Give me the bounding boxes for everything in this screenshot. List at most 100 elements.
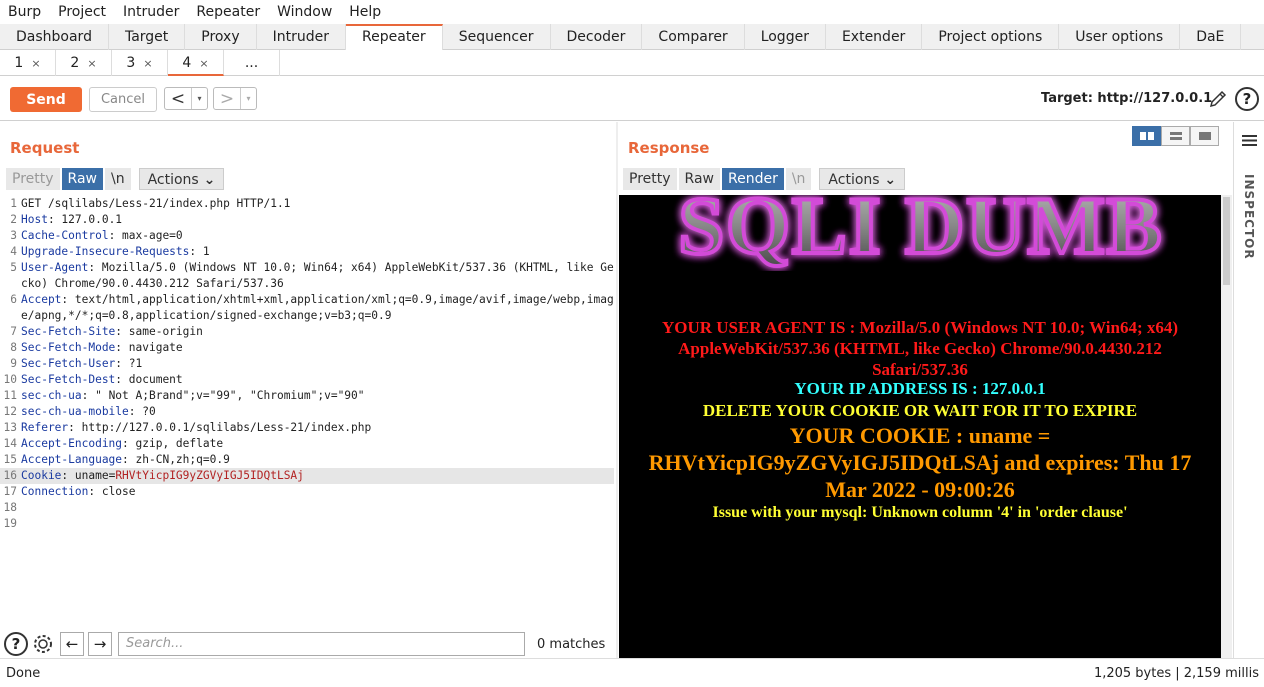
request-line[interactable]: 17 Connection: close bbox=[0, 484, 614, 500]
delete-cookie-text: DELETE YOUR COOKIE OR WAIT FOR IT TO EXP… bbox=[702, 401, 1138, 420]
pencil-icon[interactable] bbox=[1207, 88, 1229, 110]
request-line[interactable]: 19 bbox=[0, 516, 614, 532]
request-line[interactable]: 10 Sec-Fetch-Dest: document bbox=[0, 372, 614, 388]
back-button[interactable]: < ▾ bbox=[164, 87, 208, 110]
line-number: 1 bbox=[10, 197, 17, 210]
tab-proxy[interactable]: Proxy bbox=[185, 24, 257, 50]
request-line[interactable]: 4 Upgrade-Insecure-Requests: 1 bbox=[0, 244, 614, 260]
line-number: 13 bbox=[3, 421, 17, 434]
request-line[interactable]: 18 bbox=[0, 500, 614, 516]
panel-divider[interactable] bbox=[616, 122, 618, 658]
close-icon[interactable]: × bbox=[143, 57, 152, 70]
request-line[interactable]: 13 Referer: http://127.0.0.1/sqlilabs/Les… bbox=[0, 420, 614, 436]
actions-menu-button[interactable]: Actions ⌄ bbox=[138, 168, 225, 190]
forward-button[interactable]: > ▾ bbox=[213, 87, 257, 110]
menu-icon[interactable] bbox=[1242, 134, 1257, 147]
close-icon[interactable]: × bbox=[87, 57, 96, 70]
ip-address-text: YOUR IP ADDRESS IS : 127.0.0.1 bbox=[794, 379, 1046, 398]
scrollbar-thumb[interactable] bbox=[1223, 197, 1230, 285]
tab-repeater[interactable]: Repeater bbox=[346, 24, 443, 50]
tab-logger[interactable]: Logger bbox=[745, 24, 826, 50]
tab-decoder[interactable]: Decoder bbox=[551, 24, 643, 50]
tab-sequencer[interactable]: Sequencer bbox=[443, 24, 551, 50]
view-newline-button[interactable]: \n bbox=[785, 168, 812, 190]
request-line[interactable]: 11 sec-ch-ua: " Not A;Brand";v="99", "Chr… bbox=[0, 388, 614, 404]
view-pretty-button[interactable]: Pretty bbox=[623, 168, 677, 190]
line-number: 8 bbox=[10, 341, 17, 354]
request-line[interactable]: 6 Accept: text/html,application/xhtml+xml… bbox=[0, 292, 614, 324]
status-bar: Done 1,205 bytes | 2,159 millis bbox=[0, 658, 1264, 687]
request-line[interactable]: 5 User-Agent: Mozilla/5.0 (Windows NT 10.… bbox=[0, 260, 614, 292]
request-line[interactable]: 2 Host: 127.0.0.1 bbox=[0, 212, 614, 228]
request-line[interactable]: 9 Sec-Fetch-User: ?1 bbox=[0, 356, 614, 372]
header-name: Upgrade-Insecure-Requests bbox=[21, 245, 190, 258]
target-label[interactable]: Target: http://127.0.0.1 bbox=[1041, 91, 1212, 106]
layout-side-by-side-icon[interactable] bbox=[1132, 126, 1161, 146]
send-button[interactable]: Send bbox=[10, 87, 82, 112]
help-icon[interactable]: ? bbox=[1235, 87, 1259, 111]
header-name: Sec-Fetch-User bbox=[21, 357, 116, 370]
chevron-down-icon[interactable]: ▾ bbox=[240, 88, 256, 109]
line-text: Accept-Encoding: gzip, deflate bbox=[21, 437, 224, 450]
tab-dae[interactable]: DaE bbox=[1180, 24, 1242, 50]
tab-comparer[interactable]: Comparer bbox=[642, 24, 745, 50]
help-icon[interactable]: ? bbox=[4, 632, 28, 656]
view-newline-button[interactable]: \n bbox=[104, 168, 131, 190]
cancel-button[interactable]: Cancel bbox=[89, 87, 157, 112]
menu-intruder[interactable]: Intruder bbox=[123, 4, 179, 20]
close-icon[interactable]: × bbox=[199, 57, 208, 70]
tab-dashboard[interactable]: Dashboard bbox=[0, 24, 109, 50]
request-line[interactable]: 16 Cookie: uname=RHVtYicpIG9yZGVyIGJ5IDQt… bbox=[0, 468, 614, 484]
gear-icon[interactable] bbox=[31, 632, 55, 656]
close-icon[interactable]: × bbox=[31, 57, 40, 70]
line-text: Referer: http://127.0.0.1/sqlilabs/Less-… bbox=[21, 421, 372, 434]
menu-window[interactable]: Window bbox=[277, 4, 332, 20]
tab-user-options[interactable]: User options bbox=[1059, 24, 1181, 50]
next-match-icon[interactable]: → bbox=[88, 632, 112, 656]
layout-stacked-icon[interactable] bbox=[1161, 126, 1190, 146]
repeater-tab-1[interactable]: 1 × bbox=[0, 50, 56, 76]
rendered-response: SQLI DUMB YOUR USER AGENT IS : Mozilla/5… bbox=[619, 195, 1221, 658]
layout-tabs-icon[interactable] bbox=[1190, 126, 1219, 146]
actions-menu-button[interactable]: Actions ⌄ bbox=[819, 168, 906, 190]
inspector-panel[interactable]: INSPECTOR bbox=[1233, 122, 1264, 658]
view-raw-button[interactable]: Raw bbox=[678, 168, 720, 190]
menu-burp[interactable]: Burp bbox=[8, 4, 41, 20]
tab-target[interactable]: Target bbox=[109, 24, 186, 50]
repeater-tab-3[interactable]: 3 × bbox=[112, 50, 168, 76]
repeater-tab-5[interactable]: ... bbox=[224, 50, 280, 76]
request-line[interactable]: 8 Sec-Fetch-Mode: navigate bbox=[0, 340, 614, 356]
repeater-tab-4[interactable]: 4 × bbox=[168, 50, 224, 76]
view-raw-button[interactable]: Raw bbox=[61, 168, 103, 190]
repeater-tab-label: 2 bbox=[70, 55, 80, 71]
previous-match-icon[interactable]: ← bbox=[60, 632, 84, 656]
request-editor[interactable]: 1 GET /sqlilabs/Less-21/index.php HTTP/1.… bbox=[0, 196, 614, 628]
chevron-down-icon[interactable]: ▾ bbox=[191, 88, 207, 109]
response-scrollbar[interactable] bbox=[1221, 195, 1232, 658]
line-number: 17 bbox=[3, 485, 17, 498]
line-number: 3 bbox=[10, 229, 17, 242]
menu-help[interactable]: Help bbox=[349, 4, 381, 20]
line-text: Connection: close bbox=[21, 485, 136, 498]
actions-label: Actions bbox=[147, 172, 199, 188]
view-pretty-button[interactable]: Pretty bbox=[6, 168, 60, 190]
menu-project[interactable]: Project bbox=[58, 4, 106, 20]
repeater-tab-2[interactable]: 2 × bbox=[56, 50, 112, 76]
request-line[interactable]: 14 Accept-Encoding: gzip, deflate bbox=[0, 436, 614, 452]
menu-bar: Burp Project Intruder Repeater Window Help bbox=[0, 0, 1264, 24]
tab-project-options[interactable]: Project options bbox=[922, 24, 1060, 50]
tab-extender[interactable]: Extender bbox=[826, 24, 923, 50]
header-name: Accept-Language bbox=[21, 453, 123, 466]
request-line[interactable]: 12 sec-ch-ua-mobile: ?0 bbox=[0, 404, 614, 420]
request-line[interactable]: 3 Cache-Control: max-age=0 bbox=[0, 228, 614, 244]
request-line[interactable]: 15 Accept-Language: zh-CN,zh;q=0.9 bbox=[0, 452, 614, 468]
view-render-button[interactable]: Render bbox=[721, 168, 784, 190]
request-line[interactable]: 7 Sec-Fetch-Site: same-origin bbox=[0, 324, 614, 340]
search-input[interactable]: Search... bbox=[118, 632, 525, 656]
line-text: Sec-Fetch-User: ?1 bbox=[21, 357, 143, 370]
menu-repeater[interactable]: Repeater bbox=[196, 4, 260, 20]
request-line[interactable]: 1 GET /sqlilabs/Less-21/index.php HTTP/1.… bbox=[0, 196, 614, 212]
line-text: Cache-Control: max-age=0 bbox=[21, 229, 183, 242]
inspector-label[interactable]: INSPECTOR bbox=[1242, 174, 1256, 260]
tab-intruder[interactable]: Intruder bbox=[257, 24, 347, 50]
